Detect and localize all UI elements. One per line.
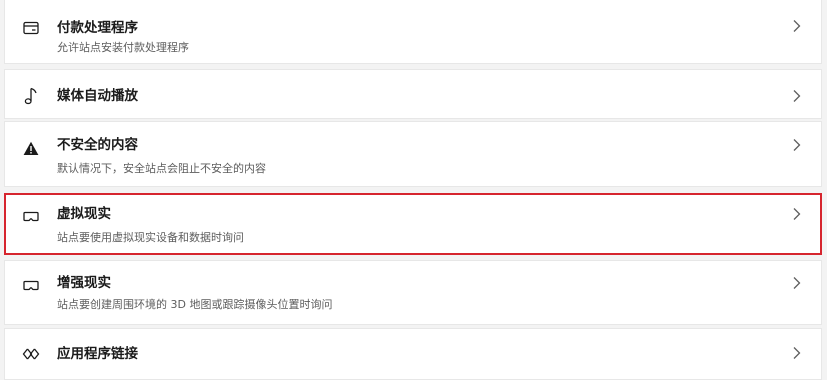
payment-handlers-subtitle: 允许站点安装付款处理程序: [57, 41, 189, 54]
virtual-reality-title: 虚拟现实: [57, 206, 111, 222]
augmented-reality-title: 增强现实: [57, 275, 111, 291]
app-links-title: 应用程序链接: [57, 346, 138, 362]
site-permissions-list: 付款处理程序 允许站点安装付款处理程序 媒体自动播放 不安全的内容 默认情况下，…: [4, 0, 822, 380]
chevron-right-icon: [793, 277, 801, 289]
payment-handlers-title: 付款处理程序: [57, 20, 138, 36]
augmented-reality-row[interactable]: 增强现实 站点要创建周围环境的 3D 地图或跟踪摄像头位置时询问: [4, 260, 822, 325]
chevron-right-icon: [793, 208, 801, 220]
chevron-right-icon: [793, 139, 801, 151]
augmented-reality-subtitle: 站点要创建周围环境的 3D 地图或跟踪摄像头位置时询问: [57, 298, 333, 311]
app-links-icon: [22, 345, 40, 363]
media-autoplay-title: 媒体自动播放: [57, 88, 138, 104]
warning-icon: [22, 139, 40, 157]
music-note-icon: [22, 87, 40, 105]
insecure-content-subtitle: 默认情况下，安全站点会阻止不安全的内容: [57, 162, 266, 175]
chevron-right-icon: [793, 20, 801, 32]
media-autoplay-row[interactable]: 媒体自动播放: [4, 69, 822, 119]
virtual-reality-subtitle: 站点要使用虚拟现实设备和数据时询问: [57, 231, 244, 244]
insecure-content-row[interactable]: 不安全的内容 默认情况下，安全站点会阻止不安全的内容: [4, 121, 822, 187]
chevron-right-icon: [793, 347, 801, 359]
card-icon: [22, 19, 40, 37]
chevron-right-icon: [793, 90, 801, 102]
virtual-reality-row[interactable]: 虚拟现实 站点要使用虚拟现实设备和数据时询问: [4, 193, 822, 255]
insecure-content-title: 不安全的内容: [57, 137, 138, 153]
payment-handlers-row[interactable]: 付款处理程序 允许站点安装付款处理程序: [4, 0, 822, 64]
ar-headset-icon: [22, 277, 40, 295]
vr-headset-icon: [22, 208, 40, 226]
app-links-row[interactable]: 应用程序链接: [4, 328, 822, 380]
